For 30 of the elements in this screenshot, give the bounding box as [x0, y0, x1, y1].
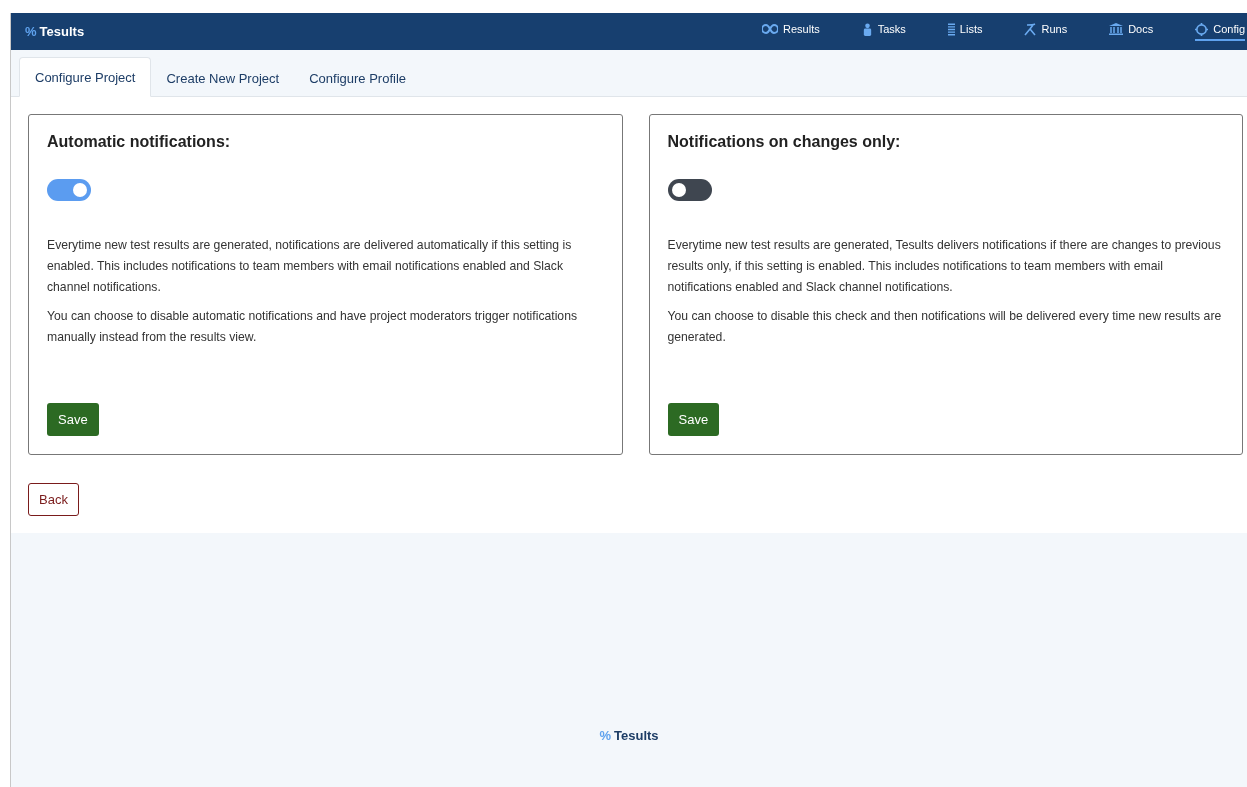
- logo-mark: %: [599, 728, 611, 743]
- nav-link[interactable]: Docs: [1109, 22, 1154, 41]
- person-icon: [861, 22, 873, 36]
- nav-link[interactable]: Tasks: [861, 22, 906, 41]
- description-text: Everytime new test results are generated, notifications are delivered automatically if this setting is enabled. This includes notifications to team members with email notifications enabled and Slack channel notifications.: [47, 237, 573, 296]
- logo-mark: %: [25, 24, 37, 39]
- card-title: Automatic notifications:: [47, 133, 231, 151]
- nav-link[interactable]: Config: [1195, 22, 1245, 41]
- logo-text: Tesults: [39, 24, 85, 39]
- toggle-switch[interactable]: [47, 179, 91, 201]
- toggle-switch[interactable]: [667, 179, 712, 201]
- tab[interactable]: Configure Profile: [294, 59, 421, 97]
- nav-link[interactable]: Runs: [1024, 22, 1068, 41]
- infinity-icon: [762, 24, 778, 34]
- stack-icon: [947, 22, 955, 36]
- save-button[interactable]: Save: [667, 403, 720, 436]
- back-button[interactable]: Back: [28, 483, 79, 516]
- bank-icon: [1109, 23, 1124, 35]
- logo-text: Tesults: [614, 728, 659, 743]
- tab[interactable]: Configure Project: [19, 57, 152, 97]
- description-text: You can choose to disable automatic notifications and have project moderators trigger notifications manually instead from the results view.: [47, 308, 579, 346]
- save-button[interactable]: Save: [47, 403, 99, 436]
- nav-link[interactable]: Results: [762, 22, 820, 41]
- runner-icon: [1024, 22, 1037, 36]
- card-title: Notifications on changes only:: [667, 133, 901, 151]
- gear-icon: [1195, 22, 1209, 36]
- nav-link[interactable]: Lists: [947, 22, 983, 41]
- description-text: You can choose to disable this check and then notifications will be delivered every time new results are generated.: [667, 308, 1223, 346]
- description-text: Everytime new test results are generated, Tesults delivers notifications if there are changes to previous results only, if this setting is enabled. This includes notifications to team members with email notifications enabled and Slack channel notifications.: [667, 237, 1222, 296]
- tab[interactable]: Create New Project: [151, 59, 295, 97]
